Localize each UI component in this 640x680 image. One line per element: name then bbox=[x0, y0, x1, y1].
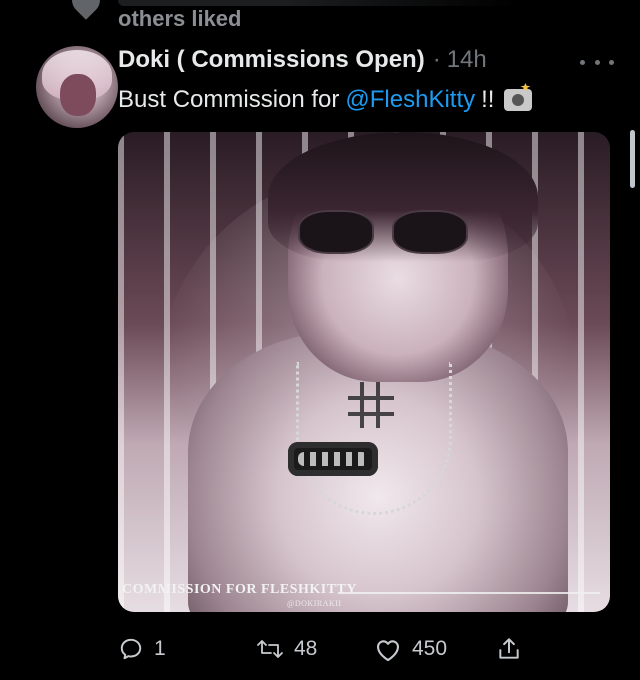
avatar[interactable] bbox=[36, 46, 118, 128]
illustration-bracelet bbox=[288, 442, 378, 476]
more-options-button[interactable] bbox=[580, 54, 614, 70]
more-horizontal-icon bbox=[594, 59, 600, 65]
heart-icon bbox=[374, 636, 402, 662]
social-context-text: others liked bbox=[118, 6, 242, 31]
social-context-icon bbox=[66, 0, 106, 20]
watermark-handle: @DOKIRAKII bbox=[287, 599, 342, 608]
mention-link[interactable]: @FleshKitty bbox=[345, 86, 475, 114]
author-name[interactable]: Doki ( Commissions Open) bbox=[118, 46, 425, 74]
more-horizontal-icon bbox=[609, 59, 614, 65]
watermark-main: COMMISSION FOR FLESHKITTY bbox=[122, 582, 357, 597]
illustration-sunglasses bbox=[298, 210, 468, 254]
retweet-icon bbox=[256, 636, 284, 662]
tweet-header: Doki ( Commissions Open) · 14h bbox=[118, 42, 618, 78]
like-count: 450 bbox=[412, 637, 448, 660]
watermark-rule bbox=[338, 592, 600, 594]
retweet-button[interactable]: 48 bbox=[256, 632, 317, 666]
scrollbar[interactable] bbox=[630, 130, 635, 188]
timestamp[interactable]: 14h bbox=[447, 46, 487, 74]
image-watermark: COMMISSION FOR FLESHKITTY @DOKIRAKII bbox=[122, 582, 602, 610]
reply-count: 1 bbox=[154, 637, 166, 660]
reply-icon bbox=[118, 636, 144, 662]
tweet-text-suffix: !! bbox=[481, 86, 495, 113]
tweet-actions: 1 48 450 bbox=[118, 626, 538, 672]
tweet-text: Bust Commission for @FleshKitty !! bbox=[118, 82, 618, 118]
retweet-count: 48 bbox=[294, 637, 318, 660]
avatar-face bbox=[60, 74, 96, 116]
illustration-hash-mark bbox=[348, 382, 394, 428]
like-button[interactable]: 450 bbox=[374, 632, 447, 666]
header-separator: · bbox=[432, 46, 441, 73]
tweet-image[interactable]: COMMISSION FOR FLESHKITTY @DOKIRAKII bbox=[118, 132, 610, 612]
social-context-row: others liked bbox=[0, 0, 640, 40]
share-button[interactable] bbox=[496, 632, 522, 666]
camera-with-flash-icon bbox=[504, 89, 533, 111]
tweet-text-prefix: Bust Commission for bbox=[118, 86, 340, 113]
more-horizontal-icon bbox=[580, 59, 585, 65]
share-icon bbox=[496, 636, 522, 662]
reply-button[interactable]: 1 bbox=[118, 632, 166, 666]
